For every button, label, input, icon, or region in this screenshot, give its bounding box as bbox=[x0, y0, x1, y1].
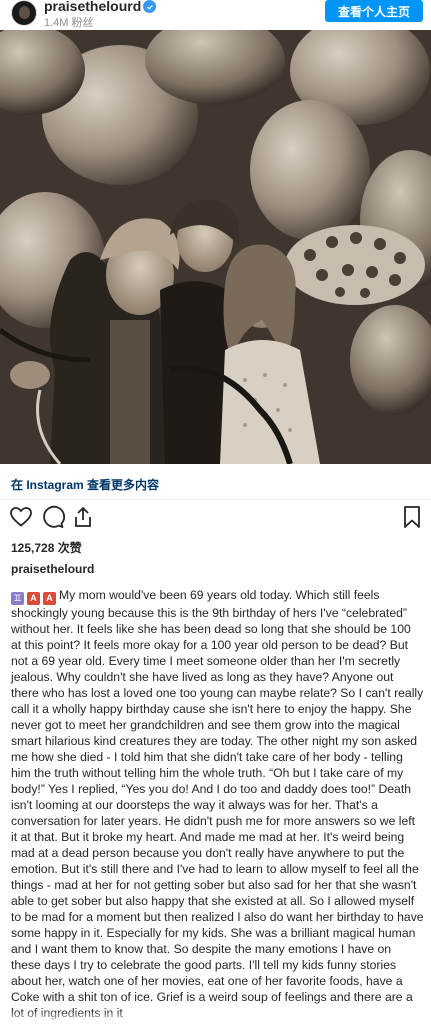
caption-body: My mom would've been 69 years old today.… bbox=[11, 588, 424, 1020]
view-on-instagram-link[interactable]: 在 Instagram 查看更多内容 bbox=[11, 476, 159, 493]
bookmark-icon[interactable] bbox=[400, 505, 426, 531]
likes-count[interactable]: 125,728 次赞 bbox=[11, 539, 82, 556]
post-header: praisethelourd 1.4M 粉丝 查看个人主页 bbox=[0, 0, 431, 30]
caption-username[interactable]: praisethelourd bbox=[11, 562, 94, 576]
verified-badge-icon bbox=[143, 0, 156, 13]
followers-count: 1.4M 粉丝 bbox=[44, 17, 94, 29]
photo-illustration bbox=[0, 30, 431, 464]
username-link[interactable]: praisethelourd bbox=[44, 0, 141, 14]
a-button-icon: A bbox=[43, 592, 56, 605]
view-profile-button[interactable]: 查看个人主页 bbox=[325, 0, 423, 22]
caption-fade bbox=[0, 1010, 431, 1024]
comment-icon[interactable] bbox=[41, 505, 67, 531]
avatar[interactable] bbox=[11, 0, 37, 26]
share-icon[interactable] bbox=[71, 505, 97, 531]
gemini-icon: ♊ bbox=[11, 592, 24, 605]
caption-text: ♊ A A My mom would've been 69 years old tod… bbox=[11, 587, 424, 1021]
heart-icon[interactable] bbox=[9, 505, 35, 531]
post-image[interactable] bbox=[0, 30, 431, 464]
a-button-icon: A bbox=[27, 592, 40, 605]
action-bar bbox=[0, 505, 431, 535]
